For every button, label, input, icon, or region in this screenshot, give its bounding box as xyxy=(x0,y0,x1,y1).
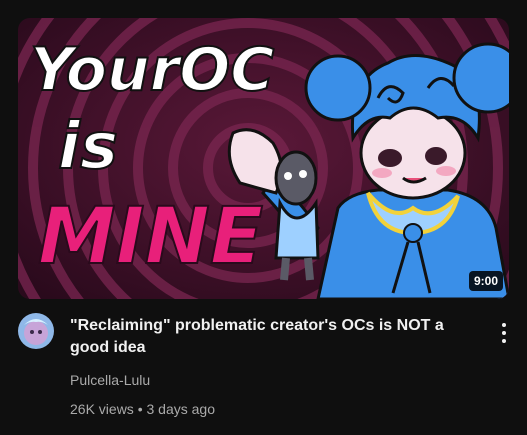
duration-badge: 9:00 xyxy=(468,271,503,291)
art-text-line3: MINE xyxy=(38,192,263,282)
meta-separator: • xyxy=(137,401,143,417)
art-text-line1: YourOC xyxy=(30,35,274,105)
upload-age: 3 days ago xyxy=(146,401,216,417)
art-text-line2: is xyxy=(58,110,118,184)
view-count: 26K views xyxy=(70,401,134,417)
more-vert-icon[interactable] xyxy=(494,318,514,348)
channel-avatar[interactable] xyxy=(18,313,54,349)
channel-name[interactable]: Pulcella-Lulu xyxy=(70,372,150,388)
video-thumbnail[interactable]: YourOC is MINE 9:00 xyxy=(18,18,509,299)
video-title[interactable]: "Reclaiming" problematic creator's OCs i… xyxy=(70,315,480,359)
video-meta: 26K views • 3 days ago xyxy=(70,401,215,417)
thumbnail-art: YourOC is MINE xyxy=(18,18,509,299)
